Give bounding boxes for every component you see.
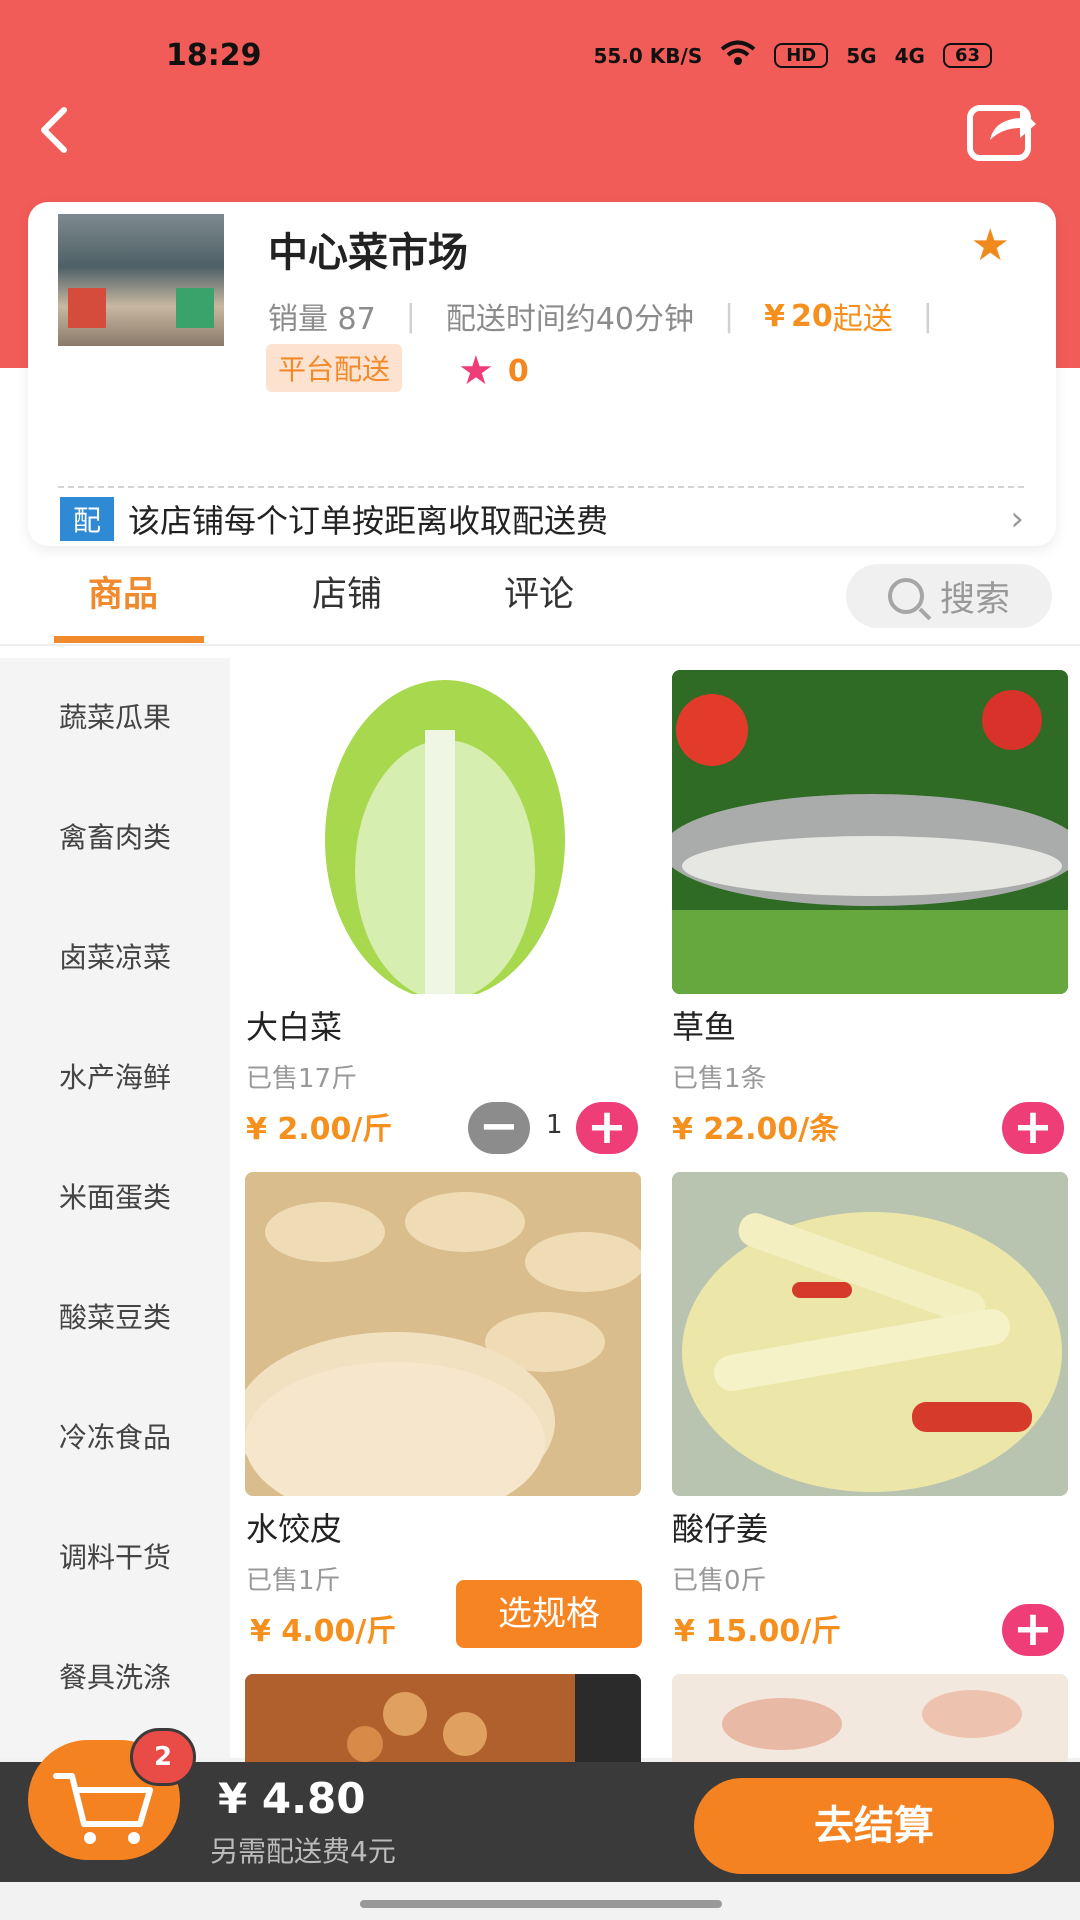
home-indicator[interactable] bbox=[360, 1900, 722, 1908]
rating-star-icon: ★ bbox=[458, 348, 494, 394]
shop-name: 中心菜市场 bbox=[268, 230, 468, 276]
delivery-badge: 平台配送 bbox=[266, 344, 403, 392]
share-icon bbox=[967, 105, 1036, 161]
shop-sales: 销量 87 bbox=[268, 302, 376, 337]
add-button[interactable]: + bbox=[1002, 1102, 1064, 1154]
product-name: 大白菜 bbox=[246, 1008, 343, 1046]
market-stall bbox=[68, 288, 106, 328]
shop-card: 中心菜市场 ★ 销量 87 | 配送时间约40分钟 | ¥ 20 起送 | 平台… bbox=[28, 202, 1056, 546]
product-price: ¥ 2.00/斤 bbox=[246, 1112, 393, 1147]
product-price: ¥ 15.00/斤 bbox=[674, 1614, 842, 1649]
product-grid: 大白菜 已售17斤 ¥ 2.00/斤 − 1 + 草鱼 已售1条 ¥ 22.00… bbox=[230, 658, 1080, 1774]
product-price: ¥ 4.00/斤 bbox=[250, 1614, 397, 1649]
category-item[interactable]: 酸菜豆类 bbox=[0, 1296, 230, 1336]
category-item[interactable]: 卤菜凉菜 bbox=[0, 936, 230, 976]
status-time: 18:29 bbox=[166, 38, 262, 73]
net-speed: 55.0 KB/S bbox=[593, 43, 703, 68]
shop-image bbox=[58, 214, 224, 346]
product-name: 酸仔姜 bbox=[672, 1510, 769, 1548]
cart-count-badge: 2 bbox=[130, 1728, 196, 1786]
card-divider bbox=[58, 486, 1024, 488]
search-placeholder: 搜索 bbox=[939, 579, 1010, 620]
status-icons: 55.0 KB/S HD 5G 4G 63 bbox=[593, 40, 992, 71]
divider: | bbox=[922, 298, 933, 334]
signal-4g-icon: 4G bbox=[894, 43, 925, 68]
cart-total: ¥ 4.80 bbox=[218, 1774, 366, 1823]
checkout-button[interactable]: 去结算 bbox=[694, 1778, 1054, 1874]
product-image[interactable] bbox=[672, 670, 1068, 994]
divider: | bbox=[724, 298, 735, 334]
product-name: 水饺皮 bbox=[246, 1510, 343, 1548]
search-icon bbox=[887, 578, 924, 614]
tab-products[interactable]: 商品 bbox=[88, 566, 158, 617]
tab-shop[interactable]: 店铺 bbox=[312, 566, 382, 617]
product-price: ¥ 22.00/条 bbox=[672, 1112, 840, 1147]
notice-text: 该店铺每个订单按距离收取配送费 bbox=[128, 502, 609, 540]
delivery-fee-note: 另需配送费4元 bbox=[210, 1835, 396, 1868]
category-item[interactable]: 蔬菜瓜果 bbox=[0, 696, 230, 736]
category-item[interactable]: 水产海鲜 bbox=[0, 1056, 230, 1096]
category-item[interactable]: 调料干货 bbox=[0, 1536, 230, 1576]
favorite-star-icon[interactable]: ★ bbox=[971, 220, 1010, 271]
delivery-time: 配送时间约40分钟 bbox=[445, 302, 695, 337]
battery-icon: 63 bbox=[942, 43, 992, 68]
add-button[interactable]: + bbox=[576, 1102, 638, 1154]
notice-tag: 配 bbox=[60, 497, 114, 541]
search-button[interactable]: 搜索 bbox=[846, 564, 1052, 628]
wifi-icon bbox=[720, 40, 756, 71]
product-sold: 已售0斤 bbox=[672, 1566, 767, 1596]
product-image[interactable] bbox=[245, 1674, 641, 1774]
share-button[interactable] bbox=[964, 98, 1040, 164]
minus-button[interactable]: − bbox=[468, 1102, 530, 1154]
product-sold: 已售1条 bbox=[672, 1064, 767, 1094]
category-sidebar: 蔬菜瓜果 禽畜肉类 卤菜凉菜 水产海鲜 米面蛋类 酸菜豆类 冷冻食品 调料干货 … bbox=[0, 658, 230, 1758]
chevron-left-icon bbox=[41, 107, 67, 153]
signal-5g-icon: 5G bbox=[846, 43, 877, 68]
quantity: 1 bbox=[546, 1110, 563, 1140]
category-item[interactable]: 冷冻食品 bbox=[0, 1416, 230, 1456]
product-image[interactable] bbox=[672, 1172, 1068, 1496]
add-button[interactable]: + bbox=[1002, 1604, 1064, 1656]
product-sold: 已售1斤 bbox=[246, 1566, 341, 1596]
category-item[interactable]: 餐具洗涤 bbox=[0, 1656, 230, 1696]
tab-reviews[interactable]: 评论 bbox=[504, 566, 574, 617]
product-name: 草鱼 bbox=[672, 1008, 737, 1046]
fish-image bbox=[672, 670, 1068, 994]
cabbage-image bbox=[325, 680, 565, 994]
rating-value: 0 bbox=[507, 353, 529, 389]
min-price-symbol: ¥ bbox=[764, 298, 785, 334]
tab-divider bbox=[0, 644, 1080, 646]
dumpling-wrapper-image bbox=[245, 1172, 641, 1496]
hd-icon: HD bbox=[774, 43, 829, 68]
chevron-right-icon: › bbox=[1010, 499, 1024, 539]
product-image[interactable] bbox=[245, 1172, 641, 1496]
category-item[interactable]: 禽畜肉类 bbox=[0, 816, 230, 856]
category-item[interactable]: 米面蛋类 bbox=[0, 1176, 230, 1216]
back-button[interactable] bbox=[24, 96, 94, 166]
pickled-ginger-image bbox=[672, 1172, 1068, 1496]
meat-image bbox=[672, 1674, 1068, 1774]
product-sold: 已售17斤 bbox=[246, 1064, 358, 1094]
select-spec-button[interactable]: 选规格 bbox=[456, 1580, 642, 1648]
min-price-value: 20 bbox=[791, 298, 833, 334]
status-bar: 18:29 55.0 KB/S HD 5G 4G 63 bbox=[0, 0, 1080, 110]
lotus-root-image bbox=[245, 1674, 641, 1774]
shop-rating: ★ 0 bbox=[458, 348, 529, 394]
active-tab-indicator bbox=[54, 636, 204, 643]
shop-meta: 销量 87 | 配送时间约40分钟 | ¥ 20 起送 | bbox=[268, 294, 963, 338]
delivery-notice[interactable]: 配 该店铺每个订单按距离收取配送费 › bbox=[60, 494, 1024, 544]
market-stall bbox=[176, 288, 214, 328]
divider: | bbox=[405, 298, 416, 334]
product-image[interactable] bbox=[672, 1674, 1068, 1774]
product-image[interactable] bbox=[245, 670, 641, 994]
min-price-suffix: 起送 bbox=[832, 302, 893, 337]
